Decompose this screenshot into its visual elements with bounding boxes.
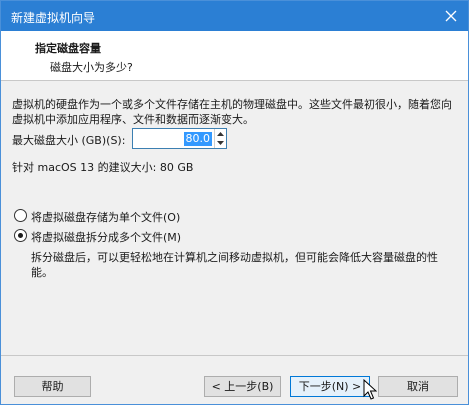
split-hint: 拆分磁盘后，可以更轻松地在计算机之间移动虚拟机，但可能会降低大容量磁盘的性能。 (31, 251, 438, 279)
page-title: 指定磁盘容量 (35, 42, 101, 55)
wizard-content: 虚拟机的硬盘作为一个或多个文件存储在主机的物理磁盘中。这些文件最初很小，随着您向… (1, 82, 468, 355)
title-bar: 新建虚拟机向导 (1, 1, 468, 31)
back-button[interactable]: < 上一步(B) (204, 376, 281, 397)
window-title: 新建虚拟机向导 (11, 11, 96, 25)
radio-single-file-button[interactable] (14, 209, 27, 222)
max-disk-size-input[interactable]: 80.0 (132, 128, 227, 149)
mouse-cursor-icon (363, 378, 378, 401)
radio-single-file-label[interactable]: 将虚拟磁盘存储为单个文件(O) (31, 209, 180, 225)
spin-buttons (214, 129, 226, 148)
page-subtitle: 磁盘大小为多少? (50, 61, 133, 74)
spin-up-icon[interactable] (215, 129, 226, 138)
radio-single-file[interactable]: 将虚拟磁盘存储为单个文件(O) (12, 208, 412, 224)
close-icon[interactable] (440, 5, 462, 27)
spin-down-icon[interactable] (215, 138, 226, 147)
help-button[interactable]: 帮助 (14, 376, 91, 397)
radio-split-files-button[interactable] (14, 229, 27, 242)
max-disk-size-row: 最大磁盘大小 (GB)(S): 80.0 (12, 128, 312, 150)
wizard-window: 新建虚拟机向导 指定磁盘容量 磁盘大小为多少? 虚拟机的硬盘作为一个或多个文件存… (0, 0, 469, 405)
disk-description: 虚拟机的硬盘作为一个或多个文件存储在主机的物理磁盘中。这些文件最初很小，随着您向… (12, 98, 452, 126)
footer-divider (1, 355, 468, 356)
cancel-button[interactable]: 取消 (378, 376, 458, 397)
radio-split-files[interactable]: 将虚拟磁盘拆分成多个文件(M) (12, 228, 412, 244)
max-disk-size-label: 最大磁盘大小 (GB)(S): (12, 134, 126, 147)
wizard-header: 指定磁盘容量 磁盘大小为多少? (1, 31, 468, 81)
max-disk-size-value[interactable]: 80.0 (183, 132, 212, 146)
radio-split-files-label[interactable]: 将虚拟磁盘拆分成多个文件(M) (31, 229, 181, 245)
next-button[interactable]: 下一步(N) > (290, 376, 370, 397)
recommended-size: 针对 macOS 13 的建议大小: 80 GB (12, 161, 194, 174)
